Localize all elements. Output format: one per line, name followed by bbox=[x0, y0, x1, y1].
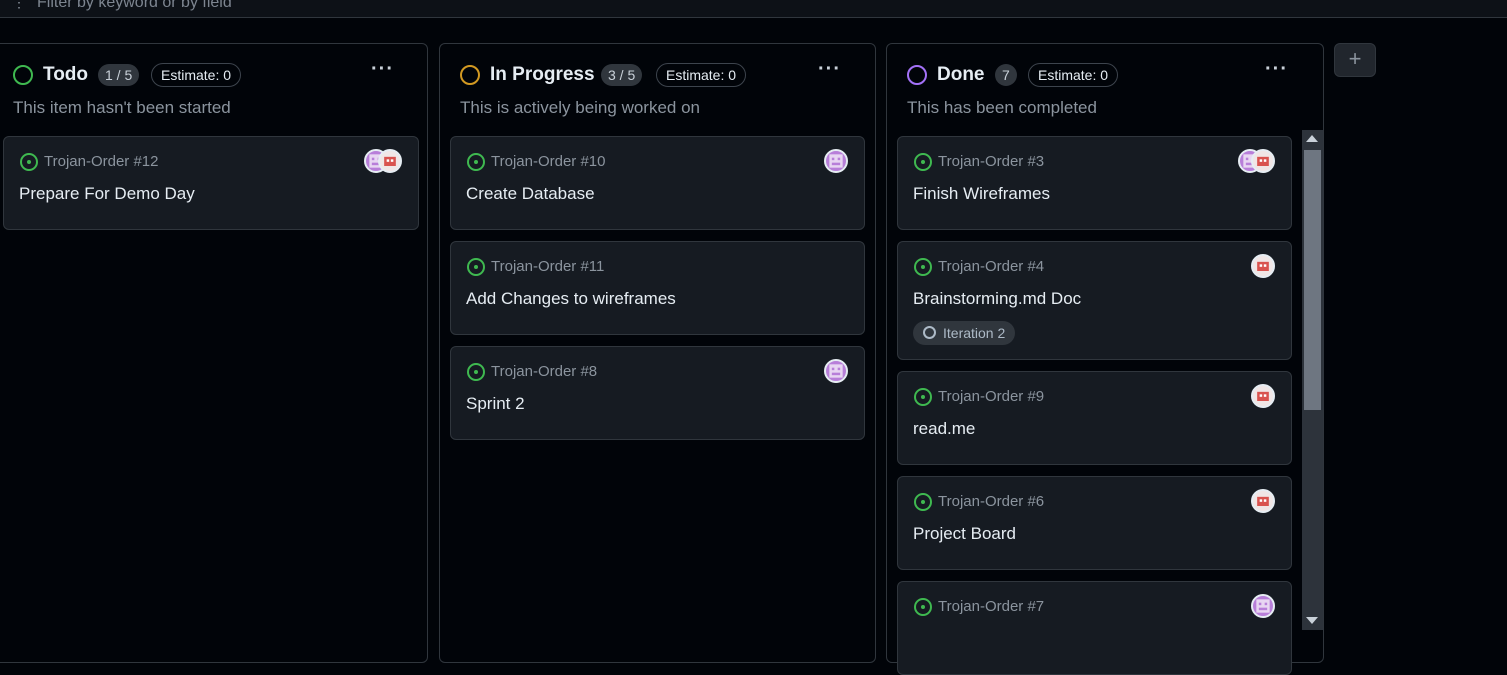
card-title[interactable]: Project Board bbox=[913, 524, 1016, 544]
avatar[interactable] bbox=[378, 149, 402, 173]
column-menu-icon[interactable]: ··· bbox=[1265, 58, 1288, 81]
column-todo: Todo 1 / 5 Estimate: 0 ··· This item has… bbox=[0, 43, 428, 663]
add-column-button[interactable]: + bbox=[1334, 43, 1376, 77]
issue-open-icon bbox=[914, 153, 932, 171]
issue-card[interactable]: Trojan-Order #4 Brainstorming.md Doc Ite… bbox=[897, 241, 1292, 360]
issue-open-icon bbox=[914, 388, 932, 406]
avatar[interactable] bbox=[1251, 149, 1275, 173]
issue-open-icon bbox=[20, 153, 38, 171]
filter-input[interactable]: Filter by keyword or by field bbox=[37, 0, 232, 12]
issue-reference[interactable]: Trojan-Order #9 bbox=[938, 388, 1044, 405]
status-circle-icon bbox=[907, 65, 927, 85]
card-title[interactable]: Finish Wireframes bbox=[913, 184, 1050, 204]
column-menu-icon[interactable]: ··· bbox=[818, 58, 841, 81]
issue-open-icon bbox=[467, 153, 485, 171]
avatar[interactable] bbox=[1251, 384, 1275, 408]
issue-card[interactable]: Trojan-Order #9 read.me bbox=[897, 371, 1292, 465]
avatar[interactable] bbox=[1251, 594, 1275, 618]
issue-reference[interactable]: Trojan-Order #8 bbox=[491, 363, 597, 380]
card-title[interactable]: read.me bbox=[913, 419, 975, 439]
status-circle-icon bbox=[13, 65, 33, 85]
estimate-badge: Estimate: 0 bbox=[151, 63, 242, 87]
card-title[interactable]: Create Database bbox=[466, 184, 595, 204]
column-description: This item hasn't been started bbox=[13, 98, 231, 117]
scroll-up-icon[interactable] bbox=[1306, 135, 1318, 142]
issue-open-icon bbox=[914, 493, 932, 511]
column-header: In Progress 3 / 5 Estimate: 0 ··· bbox=[440, 58, 875, 88]
item-count-badge: 7 bbox=[995, 64, 1017, 86]
column-header: Todo 1 / 5 Estimate: 0 ··· bbox=[0, 58, 427, 88]
avatar[interactable] bbox=[1251, 489, 1275, 513]
filter-bar[interactable]: ⋮ Filter by keyword or by field bbox=[0, 0, 1507, 18]
column-in-progress: In Progress 3 / 5 Estimate: 0 ··· This i… bbox=[439, 43, 876, 663]
column-done: Done 7 Estimate: 0 ··· This has been com… bbox=[886, 43, 1324, 675]
avatar[interactable] bbox=[824, 359, 848, 383]
issue-reference[interactable]: Trojan-Order #12 bbox=[44, 153, 159, 170]
issue-card[interactable]: Trojan-Order #6 Project Board bbox=[897, 476, 1292, 570]
status-circle-icon bbox=[460, 65, 480, 85]
card-title[interactable]: Sprint 2 bbox=[466, 394, 525, 414]
column-description: This is actively being worked on bbox=[460, 98, 701, 117]
avatar[interactable] bbox=[824, 149, 848, 173]
issue-card[interactable]: Trojan-Order #10 Create Database bbox=[450, 136, 865, 230]
issue-reference[interactable]: Trojan-Order #11 bbox=[491, 258, 604, 275]
scroll-down-icon[interactable] bbox=[1306, 617, 1318, 624]
filter-icon: ⋮ bbox=[12, 0, 26, 10]
issue-card[interactable]: Trojan-Order #8 Sprint 2 bbox=[450, 346, 865, 440]
issue-reference[interactable]: Trojan-Order #6 bbox=[938, 493, 1044, 510]
issue-card[interactable]: Trojan-Order #7 bbox=[897, 581, 1292, 675]
iteration-label: Iteration 2 bbox=[943, 325, 1006, 341]
issue-reference[interactable]: Trojan-Order #4 bbox=[938, 258, 1044, 275]
estimate-badge: Estimate: 0 bbox=[656, 63, 747, 87]
issue-reference[interactable]: Trojan-Order #3 bbox=[938, 153, 1044, 170]
avatar[interactable] bbox=[1251, 254, 1275, 278]
card-title[interactable]: Prepare For Demo Day bbox=[19, 184, 195, 204]
card-title[interactable]: Add Changes to wireframes bbox=[466, 289, 676, 309]
issue-open-icon bbox=[914, 258, 932, 276]
issue-reference[interactable]: Trojan-Order #10 bbox=[491, 153, 606, 170]
card-title[interactable]: Brainstorming.md Doc bbox=[913, 289, 1081, 309]
issue-card[interactable]: Trojan-Order #3 Finish Wireframes bbox=[897, 136, 1292, 230]
column-menu-icon[interactable]: ··· bbox=[371, 58, 394, 81]
scrollbar-thumb[interactable] bbox=[1304, 150, 1321, 410]
issue-open-icon bbox=[467, 258, 485, 276]
column-title: In Progress bbox=[490, 64, 595, 85]
column-title: Done bbox=[937, 64, 985, 85]
item-count-badge: 1 / 5 bbox=[98, 64, 140, 86]
item-count-badge: 3 / 5 bbox=[601, 64, 643, 86]
issue-card[interactable]: Trojan-Order #11 Add Changes to wirefram… bbox=[450, 241, 865, 335]
estimate-badge: Estimate: 0 bbox=[1028, 63, 1119, 87]
column-title: Todo bbox=[43, 64, 89, 85]
issue-open-icon bbox=[914, 598, 932, 616]
column-scrollbar[interactable] bbox=[1302, 130, 1323, 630]
issue-open-icon bbox=[467, 363, 485, 381]
column-header: Done 7 Estimate: 0 ··· bbox=[887, 58, 1323, 88]
issue-card[interactable]: Trojan-Order #12 Prepare For Demo Day bbox=[3, 136, 419, 230]
iteration-icon bbox=[923, 326, 936, 339]
issue-reference[interactable]: Trojan-Order #7 bbox=[938, 598, 1044, 615]
column-description: This has been completed bbox=[907, 98, 1097, 117]
iteration-pill[interactable]: Iteration 2 bbox=[913, 321, 1016, 345]
